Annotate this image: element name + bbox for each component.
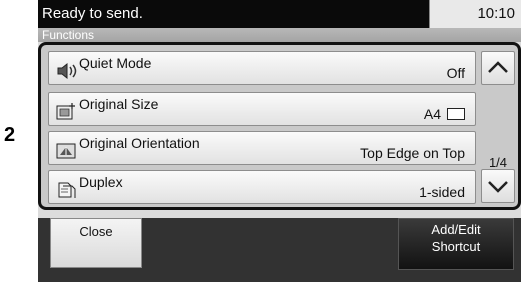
function-item-original-size[interactable]: Original Size A4 (48, 92, 476, 126)
function-list: Quiet Mode Off Original Size A4 Original… (38, 42, 521, 210)
clock: 10:10 (429, 0, 521, 28)
footer-bar: Close Add/Edit Shortcut (38, 218, 521, 282)
original-size-icon (56, 102, 78, 122)
paper-orientation-icon (447, 108, 465, 120)
function-item-quiet-mode[interactable]: Quiet Mode Off (48, 51, 476, 85)
chevron-up-icon (488, 61, 508, 73)
scroll-up-button[interactable] (481, 51, 515, 85)
status-bar: Ready to send. 10:10 (38, 0, 521, 28)
device-panel: Ready to send. 10:10 Functions Quiet Mod… (38, 0, 521, 282)
scroll-down-button[interactable] (481, 169, 515, 203)
function-item-value: 1-sided (419, 184, 465, 200)
callout-number: 2 (4, 124, 16, 146)
shortcut-label-line1: Add/Edit (431, 222, 481, 237)
function-item-label: Duplex (79, 174, 123, 190)
function-item-value-wrap: A4 (424, 106, 465, 122)
status-message: Ready to send. (42, 5, 143, 22)
function-item-value: Top Edge on Top (360, 145, 465, 161)
section-title: Functions (38, 28, 521, 42)
shortcut-label-line2: Shortcut (431, 239, 481, 254)
original-orientation-icon (56, 141, 78, 161)
function-item-original-orientation[interactable]: Original Orientation Top Edge on Top (48, 131, 476, 165)
function-item-duplex[interactable]: Duplex 1-sided (48, 170, 476, 204)
function-item-label: Quiet Mode (79, 55, 152, 71)
quiet-mode-icon (56, 61, 78, 81)
function-item-label: Original Size (79, 96, 159, 112)
page-indicator: 1/4 (488, 155, 508, 170)
add-edit-shortcut-button[interactable]: Add/Edit Shortcut (398, 218, 514, 270)
chevron-down-icon (488, 181, 508, 193)
function-item-value: Off (446, 65, 465, 81)
function-item-value: A4 (423, 106, 441, 122)
duplex-icon (56, 180, 78, 200)
close-button[interactable]: Close (50, 218, 142, 268)
function-item-label: Original Orientation (79, 135, 200, 151)
